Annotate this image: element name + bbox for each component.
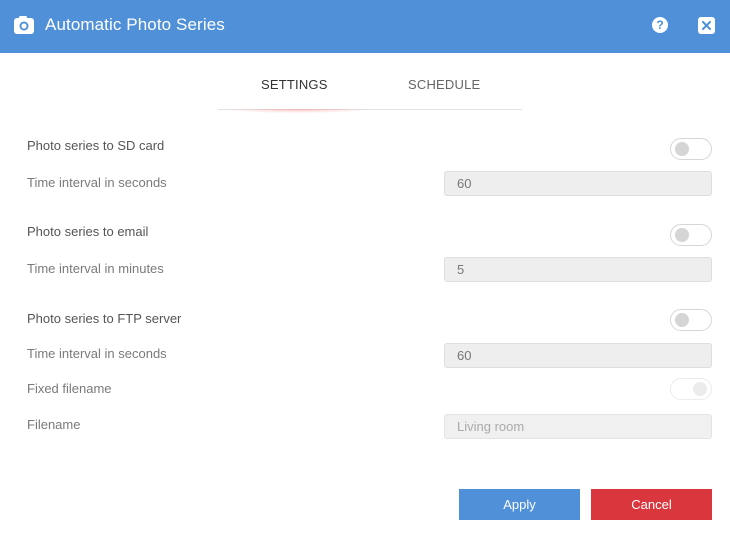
tab-settings[interactable]: SETTINGS: [261, 77, 328, 92]
ftp-interval-label: Time interval in seconds: [27, 346, 167, 361]
sd-card-toggle[interactable]: [670, 138, 712, 160]
fixed-filename-label: Fixed filename: [27, 381, 112, 396]
active-tab-indicator: [228, 109, 368, 113]
sd-card-label: Photo series to SD card: [27, 138, 165, 153]
sd-card-interval-label: Time interval in seconds: [27, 175, 167, 190]
email-interval-label: Time interval in minutes: [27, 261, 164, 276]
toggle-knob: [693, 382, 707, 396]
ftp-toggle[interactable]: [670, 309, 712, 331]
window-title: Automatic Photo Series: [45, 15, 225, 34]
apply-button[interactable]: Apply: [459, 489, 580, 520]
email-label: Photo series to email: [27, 224, 149, 239]
toggle-knob: [675, 228, 689, 242]
ftp-label: Photo series to FTP server: [27, 311, 182, 326]
toggle-knob: [675, 142, 689, 156]
fixed-filename-toggle[interactable]: [670, 378, 712, 400]
email-toggle[interactable]: [670, 224, 712, 246]
camera-icon: [14, 16, 34, 34]
cancel-button[interactable]: Cancel: [591, 489, 712, 520]
toggle-knob: [675, 313, 689, 327]
sd-card-interval-input[interactable]: 60: [444, 171, 712, 196]
help-icon[interactable]: ?: [652, 17, 668, 33]
title-bar: Automatic Photo Series ?: [0, 0, 730, 53]
ftp-interval-input[interactable]: 60: [444, 343, 712, 368]
email-interval-input[interactable]: 5: [444, 257, 712, 282]
tab-bar: SETTINGS SCHEDULE: [218, 67, 522, 113]
filename-label: Filename: [27, 417, 81, 432]
filename-input[interactable]: Living room: [444, 414, 712, 439]
close-icon[interactable]: [698, 17, 715, 34]
tab-schedule[interactable]: SCHEDULE: [408, 77, 480, 92]
